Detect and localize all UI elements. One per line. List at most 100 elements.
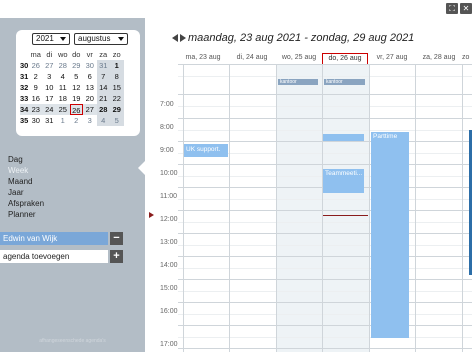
mini-cal-day[interactable]: 4 (56, 71, 70, 82)
mini-cal-day[interactable]: 17 (43, 93, 57, 104)
week-number[interactable]: 31 (20, 71, 29, 82)
current-time-marker-icon (149, 212, 154, 218)
mini-cal-day[interactable]: 22 (110, 93, 124, 104)
hour-label: 11:00 (160, 193, 177, 200)
active-view-pointer (138, 161, 145, 175)
month-select-value: augustus (78, 34, 111, 43)
add-agenda-input[interactable]: agenda toevoegen (0, 250, 108, 263)
mini-cal-week[interactable]: 33 16 17 18 19 20 21 22 (20, 93, 124, 104)
mini-cal-day-today[interactable]: 26 (69, 104, 83, 115)
mini-cal-day[interactable]: 30 (29, 115, 43, 126)
mini-cal-day[interactable]: 12 (70, 82, 84, 93)
top-bar: ⛶ ✕ (0, 0, 472, 18)
calendar-event[interactable]: UK support. (184, 144, 228, 157)
week-number[interactable]: 30 (20, 60, 29, 71)
mini-cal-day[interactable]: 27 (83, 104, 97, 115)
week-number[interactable]: 35 (20, 115, 29, 126)
footer-text: afhangeseenschede agenda's (39, 338, 106, 344)
nav-item-week[interactable]: Week (8, 165, 44, 176)
mini-cal-day[interactable]: 27 (43, 60, 57, 71)
mini-cal-day[interactable]: 5 (70, 71, 84, 82)
mini-cal-day[interactable]: 25 (56, 104, 70, 115)
year-select-value: 2021 (36, 34, 54, 43)
mini-cal-day[interactable]: 16 (29, 93, 43, 104)
hour-label: 16:00 (160, 308, 178, 315)
calendar-event[interactable]: Parttime (371, 132, 409, 338)
day-column-do (322, 64, 369, 352)
week-number[interactable]: 32 (20, 82, 29, 93)
mini-cal-day[interactable]: 26 (29, 60, 43, 71)
mini-cal-day[interactable]: 1 (56, 115, 70, 126)
previous-week-icon[interactable] (172, 34, 178, 42)
mini-cal-day[interactable]: 8 (110, 71, 124, 82)
mini-cal-day[interactable]: 11 (56, 82, 70, 93)
mini-cal-day[interactable]: 29 (70, 60, 84, 71)
calendar-event[interactable]: Teammeeti... (323, 169, 364, 193)
nav-item-day[interactable]: Dag (8, 154, 44, 165)
hour-label: 12:00 (160, 216, 178, 223)
mini-cal-day[interactable]: 14 (96, 82, 110, 93)
weekday-header: vr (86, 50, 93, 59)
weekday-header: za (99, 50, 108, 59)
nav-item-appointments[interactable]: Afspraken (8, 198, 44, 209)
calendar-event[interactable] (323, 134, 364, 141)
mini-cal-day[interactable]: 28 (56, 60, 70, 71)
weekday-headers: ma di wo do vr za zo (20, 50, 124, 59)
mini-cal-day[interactable]: 15 (110, 82, 124, 93)
mini-cal-day[interactable]: 3 (43, 71, 57, 82)
mini-cal-week[interactable]: 30 26 27 28 29 30 31 1 (20, 60, 124, 71)
collapse-user-button[interactable]: − (110, 232, 123, 245)
maximize-icon[interactable]: ⛶ (446, 3, 458, 14)
hour-label: 8:00 (160, 124, 174, 131)
mini-cal-week[interactable]: 31 2 3 4 5 6 7 8 (20, 71, 124, 82)
hour-label: 13:00 (160, 239, 178, 246)
mini-cal-day[interactable]: 5 (110, 115, 124, 126)
mini-cal-day[interactable]: 1 (110, 60, 124, 71)
mini-cal-day[interactable]: 29 (110, 104, 124, 115)
mini-cal-week[interactable]: 32 9 10 11 12 13 14 15 (20, 82, 124, 93)
mini-cal-day[interactable]: 23 (29, 104, 43, 115)
nav-item-year[interactable]: Jaar (8, 187, 44, 198)
week-number[interactable]: 34 (20, 104, 29, 115)
allday-event[interactable]: kantoor (278, 79, 318, 85)
year-select[interactable]: 2021 (32, 33, 70, 45)
mini-cal-day[interactable]: 28 (96, 104, 110, 115)
hour-label: 17:00 (160, 341, 178, 348)
week-number[interactable]: 33 (20, 93, 29, 104)
allday-event[interactable]: kantoor (324, 79, 365, 85)
mini-cal-day[interactable]: 30 (83, 60, 97, 71)
mini-cal-day[interactable]: 3 (83, 115, 97, 126)
mini-cal-day[interactable]: 19 (70, 93, 84, 104)
mini-cal-week[interactable]: 35 30 31 1 2 3 4 5 (20, 115, 124, 126)
weekday-header: do (72, 50, 81, 59)
mini-cal-day[interactable]: 31 (43, 115, 57, 126)
hour-label: 15:00 (160, 285, 178, 292)
mini-cal-week-current[interactable]: 34 23 24 25 26 27 28 29 (20, 104, 124, 115)
sidebar: 2021 augustus ma di wo do vr za zo 30 26… (0, 18, 145, 352)
hour-label: 10:00 (160, 170, 178, 177)
mini-cal-day[interactable]: 18 (56, 93, 70, 104)
add-agenda-button[interactable]: + (110, 250, 123, 263)
mini-cal-day[interactable]: 10 (43, 82, 57, 93)
user-calendar-item[interactable]: Edwin van Wijk (0, 232, 108, 245)
month-select[interactable]: augustus (74, 33, 128, 45)
next-week-icon[interactable] (180, 34, 186, 42)
hour-label: 7:00 (160, 101, 174, 108)
mini-cal-day[interactable]: 31 (96, 60, 110, 71)
close-icon[interactable]: ✕ (460, 3, 472, 14)
week-grid[interactable]: 7:00 8:00 9:00 10:00 11:00 12:00 13:00 1… (145, 64, 472, 352)
mini-cal-day[interactable]: 2 (70, 115, 84, 126)
mini-cal-day[interactable]: 9 (29, 82, 43, 93)
mini-cal-day[interactable]: 2 (29, 71, 43, 82)
mini-cal-day[interactable]: 6 (83, 71, 97, 82)
hour-label: 14:00 (160, 262, 178, 269)
mini-cal-day[interactable]: 13 (83, 82, 97, 93)
mini-cal-day[interactable]: 7 (96, 71, 110, 82)
nav-item-planner[interactable]: Planner (8, 209, 44, 220)
mini-cal-day[interactable]: 21 (96, 93, 110, 104)
mini-cal-day[interactable]: 4 (96, 115, 110, 126)
mini-cal-day[interactable]: 20 (83, 93, 97, 104)
nav-item-month[interactable]: Maand (8, 176, 44, 187)
mini-cal-day[interactable]: 24 (43, 104, 57, 115)
weekday-header: wo (57, 50, 68, 59)
